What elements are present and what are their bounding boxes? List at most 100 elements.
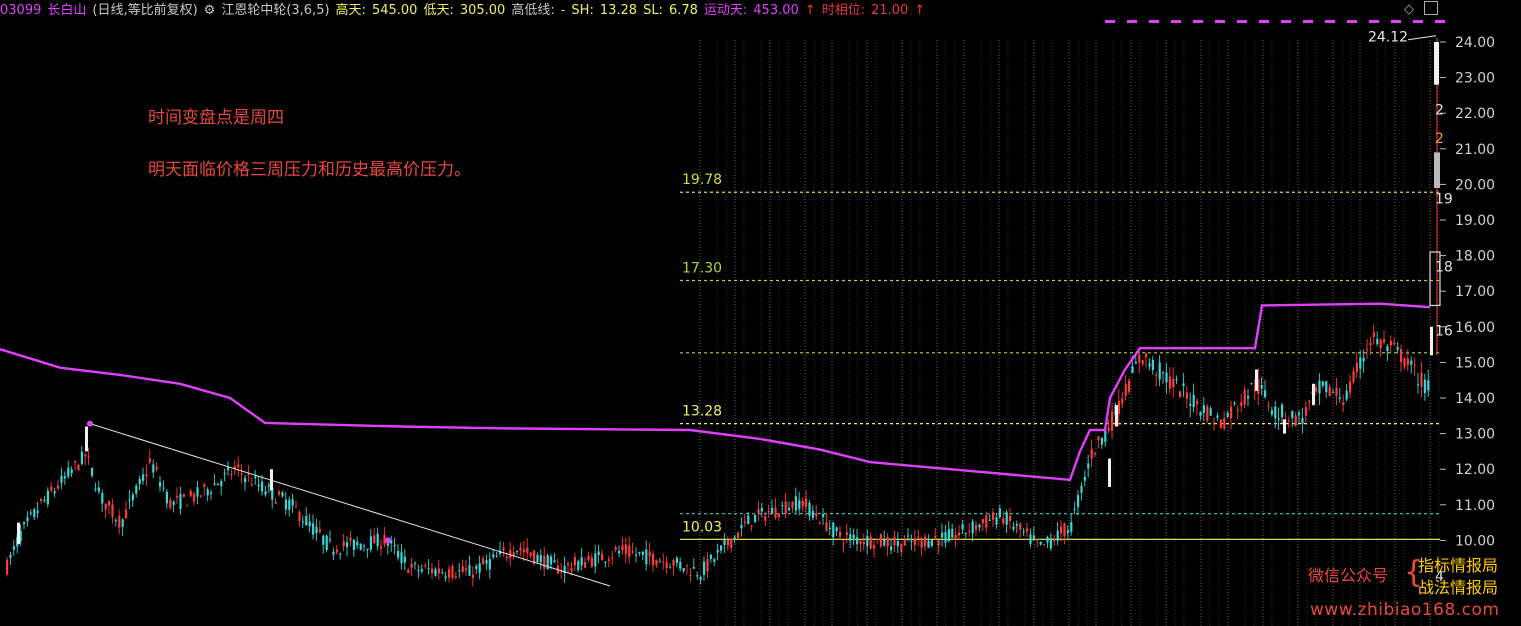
candle-body xyxy=(213,483,216,485)
candle-body xyxy=(539,555,542,563)
candle-body xyxy=(312,523,315,535)
candle-body xyxy=(468,564,471,576)
candle-body xyxy=(101,493,104,504)
candle-body xyxy=(393,545,396,547)
candle-body xyxy=(1226,413,1229,417)
candle-body xyxy=(930,540,933,546)
last-candle-body xyxy=(1434,42,1439,85)
candle-body xyxy=(584,562,587,568)
candle-body xyxy=(335,549,338,553)
candle-body xyxy=(658,561,661,563)
candle-body xyxy=(927,540,930,548)
candle-body xyxy=(730,539,733,548)
candle-body xyxy=(1032,535,1035,539)
candle-body xyxy=(1179,391,1182,398)
y-tick-label: 11.00 xyxy=(1455,498,1495,514)
candle-body xyxy=(614,546,617,550)
candle-body xyxy=(458,570,461,572)
annotation-1: 时间变盘点是周四 xyxy=(148,108,284,128)
candle-body xyxy=(386,543,389,546)
candle-body xyxy=(206,489,209,496)
candle-body xyxy=(359,543,362,550)
candle-body xyxy=(1209,408,1212,416)
candle-body xyxy=(1400,349,1403,363)
candle-body xyxy=(682,568,685,572)
candle-body xyxy=(70,469,73,474)
candle-body xyxy=(879,534,882,547)
candle-body xyxy=(373,535,376,544)
candle-body xyxy=(1369,342,1372,346)
highlight-candle xyxy=(1255,369,1258,391)
candle-body xyxy=(638,551,641,554)
candle-body xyxy=(125,509,128,519)
candle-body xyxy=(573,557,576,566)
candle-body xyxy=(492,554,495,558)
candle-body xyxy=(1291,410,1294,419)
candle-body xyxy=(318,529,321,532)
candle-body xyxy=(828,527,831,530)
candle-body xyxy=(1134,362,1137,364)
candle-body xyxy=(407,569,410,574)
candle-body xyxy=(1383,339,1386,343)
candle-body xyxy=(1270,410,1273,415)
candle-body xyxy=(1199,411,1202,416)
candle-body xyxy=(577,561,580,571)
candle-body xyxy=(1236,409,1239,411)
annotation-2: 明天面临价格三周压力和历史最高价压力。 xyxy=(148,160,471,180)
candle-body xyxy=(665,561,668,568)
candle-body xyxy=(196,487,199,497)
candle-body xyxy=(951,528,954,538)
candle-body xyxy=(1287,420,1290,422)
candle-body xyxy=(162,487,165,489)
candle-body xyxy=(305,516,308,526)
candle-body xyxy=(981,519,984,524)
candle-body xyxy=(1413,364,1416,366)
candle-body xyxy=(1423,379,1426,394)
candle-body xyxy=(805,498,808,508)
candle-body xyxy=(1124,384,1127,396)
candle-body xyxy=(794,496,797,511)
candle-body xyxy=(703,561,706,575)
signal-dash xyxy=(1325,20,1335,23)
candle-body xyxy=(516,550,519,552)
candle-body xyxy=(910,541,913,543)
candle-body xyxy=(590,557,593,567)
candle-body xyxy=(257,484,260,487)
candle-body xyxy=(267,485,270,487)
candle-body xyxy=(495,556,498,558)
edge-value-label: 19 xyxy=(1435,192,1453,208)
signal-dash xyxy=(1391,20,1401,23)
highlight-candle xyxy=(1430,326,1433,356)
candle-body xyxy=(964,532,967,534)
candle-body xyxy=(1066,530,1069,534)
candle-body xyxy=(1359,357,1362,369)
candle-body xyxy=(240,473,243,475)
candle-body xyxy=(587,555,590,561)
candle-body xyxy=(369,536,372,550)
candle-body xyxy=(172,501,175,506)
candle-body xyxy=(699,577,702,580)
candle-body xyxy=(920,540,923,548)
candle-body xyxy=(1393,342,1396,345)
candle-body xyxy=(509,549,512,558)
candle-body xyxy=(988,519,991,521)
candle-body xyxy=(193,493,196,502)
candle-body xyxy=(672,559,675,567)
candle-body xyxy=(12,546,15,550)
candle-body xyxy=(77,464,80,471)
y-tick-label: 10.00 xyxy=(1455,533,1495,549)
candle-body xyxy=(1219,419,1222,428)
candle-body xyxy=(60,475,63,483)
pivot-point xyxy=(87,420,93,427)
candle-body xyxy=(1056,530,1059,541)
y-tick-label: 13.00 xyxy=(1455,427,1495,443)
candle-body xyxy=(366,548,369,550)
candle-body xyxy=(1162,372,1165,374)
candle-body xyxy=(648,551,651,557)
candle-body xyxy=(1247,396,1250,399)
candle-body xyxy=(764,516,767,521)
candle-body xyxy=(1230,406,1233,419)
candle-body xyxy=(189,490,192,497)
candle-body xyxy=(339,553,342,555)
candle-body xyxy=(6,559,9,575)
